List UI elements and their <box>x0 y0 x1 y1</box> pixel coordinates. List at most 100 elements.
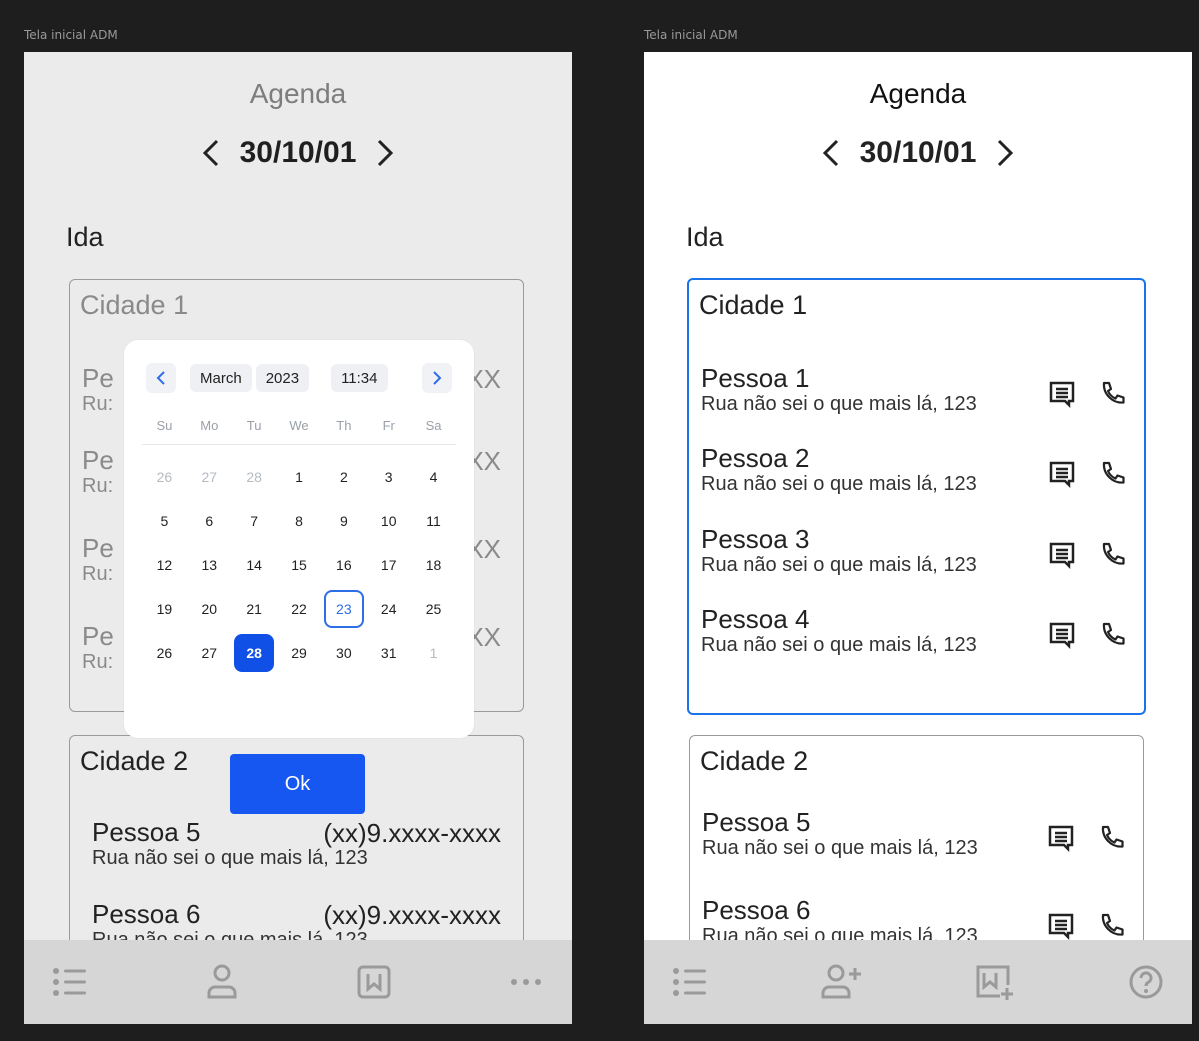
divider <box>142 444 456 445</box>
calendar-day[interactable]: 6 <box>187 499 232 543</box>
year-select[interactable]: 2023 <box>255 364 310 392</box>
calendar-day[interactable]: 27 <box>187 631 232 675</box>
calendar-day[interactable]: 26 <box>142 631 187 675</box>
list-item[interactable]: Pessoa 5 Rua não sei o que mais lá, 123 <box>702 808 1133 860</box>
weekday-row: Su Mo Tu We Th Fr Sa <box>156 418 442 433</box>
frame-label-left: Tela inicial ADM <box>24 28 118 42</box>
city-title: Cidade 2 <box>80 746 189 776</box>
calendar-day[interactable]: 20 <box>187 587 232 631</box>
chevron-left-icon <box>156 371 165 385</box>
city-title: Cidade 1 <box>80 290 189 320</box>
calendar-day[interactable]: 28 <box>232 455 277 499</box>
user-icon[interactable] <box>200 960 244 1004</box>
list-item[interactable]: Pessoa 4 Rua não sei o que mais lá, 123 <box>701 605 1134 657</box>
calendar-day[interactable]: 29 <box>277 631 322 675</box>
message-icon[interactable] <box>1048 541 1076 569</box>
date-navigator: 30/10/01 <box>24 136 572 170</box>
list-icon[interactable] <box>668 960 712 1004</box>
message-icon[interactable] <box>1047 824 1075 852</box>
next-month-button[interactable] <box>422 363 452 393</box>
calendar-day[interactable]: 25 <box>411 587 456 631</box>
list-item[interactable]: Pessoa 3 Rua não sei o que mais lá, 123 <box>701 525 1134 577</box>
calendar-day[interactable]: 5 <box>142 499 187 543</box>
list-item[interactable]: Pessoa 1 Rua não sei o que mais lá, 123 <box>701 364 1134 416</box>
message-icon[interactable] <box>1048 621 1076 649</box>
next-date-button[interactable] <box>994 137 1016 169</box>
prev-date-button[interactable] <box>200 137 222 169</box>
phone-icon[interactable] <box>1098 380 1126 408</box>
message-icon[interactable] <box>1047 912 1075 940</box>
bookmark-icon[interactable] <box>352 960 396 1004</box>
bottom-nav <box>644 940 1192 1024</box>
screen-left: Agenda 30/10/01 Ida Cidade 1 Pe Ru: XX P… <box>24 52 572 1024</box>
calendar-day[interactable]: 2 <box>321 455 366 499</box>
calendar-day[interactable]: 30 <box>321 631 366 675</box>
date-navigator: 30/10/01 <box>644 136 1192 170</box>
calendar-day[interactable]: 11 <box>411 499 456 543</box>
phone-icon[interactable] <box>1098 460 1126 488</box>
phone-icon[interactable] <box>1098 621 1126 649</box>
chevron-right-icon <box>378 139 394 167</box>
frame-label-right: Tela inicial ADM <box>644 28 738 42</box>
calendar-day[interactable]: 13 <box>187 543 232 587</box>
time-select[interactable]: 11:34 <box>331 364 388 392</box>
calendar-day[interactable]: 31 <box>366 631 411 675</box>
calendar-day[interactable]: 16 <box>321 543 366 587</box>
current-date[interactable]: 30/10/01 <box>860 136 977 170</box>
phone-icon[interactable] <box>1098 541 1126 569</box>
calendar-day[interactable]: 1 <box>411 631 456 675</box>
calendar-day[interactable]: 15 <box>277 543 322 587</box>
city-title: Cidade 1 <box>699 290 808 320</box>
calendar-day[interactable]: 26 <box>142 455 187 499</box>
calendar-day[interactable]: 21 <box>232 587 277 631</box>
city-title: Cidade 2 <box>700 746 809 776</box>
bottom-nav <box>24 940 572 1024</box>
calendar-day[interactable]: 27 <box>187 455 232 499</box>
list-icon[interactable] <box>48 960 92 1004</box>
more-icon[interactable] <box>504 960 548 1004</box>
add-image-icon[interactable] <box>972 960 1016 1004</box>
calendar-day[interactable]: 7 <box>232 499 277 543</box>
screen-right: Agenda 30/10/01 Ida Cidade 1 Pessoa 1 Ru… <box>644 52 1192 1024</box>
calendar-day[interactable]: 3 <box>366 455 411 499</box>
calendar-day[interactable]: 19 <box>142 587 187 631</box>
page-title: Agenda <box>249 78 347 109</box>
month-select[interactable]: March <box>190 364 252 392</box>
add-user-icon[interactable] <box>820 960 864 1004</box>
calendar-day[interactable]: 1 <box>277 455 322 499</box>
calendar-day-today[interactable]: 23 <box>321 587 366 631</box>
next-date-button[interactable] <box>374 137 396 169</box>
day-grid: 26 27 28 1 2 3 4 5 6 7 8 9 10 11 12 13 1… <box>142 455 456 675</box>
list-item[interactable]: Pessoa 2 Rua não sei o que mais lá, 123 <box>701 444 1134 496</box>
calendar-day[interactable]: 4 <box>411 455 456 499</box>
calendar-day[interactable]: 12 <box>142 543 187 587</box>
prev-date-button[interactable] <box>820 137 842 169</box>
calendar-day[interactable]: 10 <box>366 499 411 543</box>
calendar-day[interactable]: 24 <box>366 587 411 631</box>
calendar-day[interactable]: 9 <box>321 499 366 543</box>
page-title: Agenda <box>869 78 967 109</box>
calendar-day[interactable]: 14 <box>232 543 277 587</box>
calendar-day-selected[interactable]: 28 <box>232 631 277 675</box>
ok-button[interactable]: Ok <box>230 754 365 814</box>
chevron-left-icon <box>822 139 838 167</box>
calendar-day[interactable]: 18 <box>411 543 456 587</box>
calendar-day[interactable]: 22 <box>277 587 322 631</box>
calendar-day[interactable]: 17 <box>366 543 411 587</box>
chevron-left-icon <box>202 139 218 167</box>
chevron-right-icon <box>433 371 442 385</box>
phone-icon[interactable] <box>1097 824 1125 852</box>
message-icon[interactable] <box>1048 460 1076 488</box>
help-icon[interactable] <box>1124 960 1168 1004</box>
list-item[interactable]: Pessoa 5 Rua não sei o que mais lá, 123 … <box>92 818 513 870</box>
date-picker: March 2023 11:34 Su Mo Tu We Th Fr Sa 26… <box>124 340 474 738</box>
section-title: Ida <box>686 222 724 252</box>
message-icon[interactable] <box>1048 380 1076 408</box>
calendar-day[interactable]: 8 <box>277 499 322 543</box>
phone-icon[interactable] <box>1097 912 1125 940</box>
prev-month-button[interactable] <box>146 363 176 393</box>
date-picker-header: March 2023 11:34 <box>146 360 452 396</box>
city-card-1: Cidade 1 Pessoa 1 Rua não sei o que mais… <box>687 278 1146 715</box>
section-title: Ida <box>66 222 104 252</box>
current-date[interactable]: 30/10/01 <box>240 136 357 170</box>
